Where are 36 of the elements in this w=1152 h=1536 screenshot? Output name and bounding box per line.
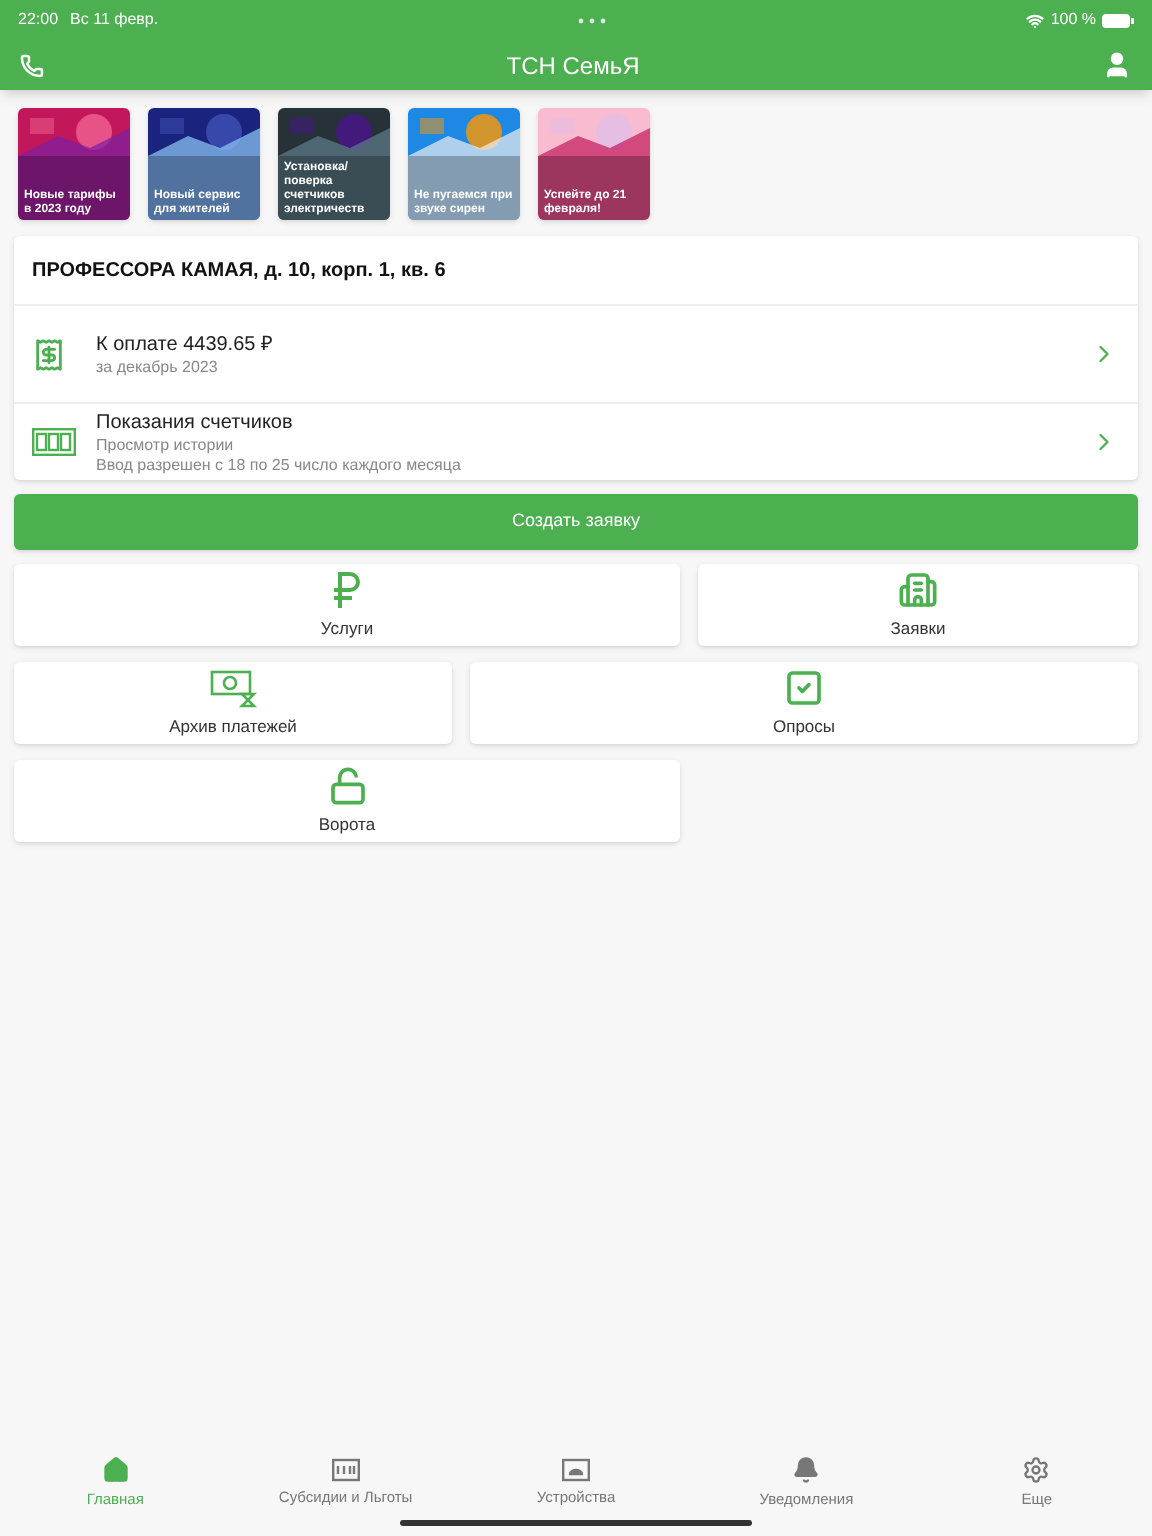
account-row[interactable]: Показания счетчиков Просмотр истории Ввод разрешен с 18 по 25 число каждого месяца	[14, 402, 1138, 480]
settings-icon	[1022, 1456, 1051, 1485]
checkbox-icon	[784, 667, 824, 708]
screen-icon	[562, 1458, 590, 1483]
profile-button[interactable]	[1102, 50, 1132, 80]
phone-icon	[20, 53, 44, 77]
app-title: ТСН СемьЯ	[504, 49, 642, 83]
row-subtitle: Просмотр истории	[96, 435, 236, 455]
row-subtitle: за декабрь 2023	[96, 357, 220, 377]
row-title: Показания счетчиков	[96, 409, 295, 435]
call-button[interactable]	[20, 53, 44, 77]
status-date: Вс 11 февр.	[70, 8, 159, 32]
status-time: 22:00	[18, 8, 59, 32]
bell-icon	[792, 1456, 821, 1485]
menu-tile[interactable]: Ворота	[14, 760, 680, 842]
cash-hourglass-icon	[209, 667, 257, 708]
row-subtitle: Ввод разрешен с 18 по 25 число каждого месяца	[96, 455, 463, 475]
ruble-icon	[331, 569, 363, 610]
home-icon	[101, 1456, 130, 1485]
battery-icon	[1102, 13, 1134, 27]
counter-icon	[331, 1458, 360, 1483]
account-row[interactable]: К оплате 4439.65 ₽ за декабрь 2023	[14, 304, 1138, 402]
menu-tile[interactable]: Заявки	[698, 564, 1138, 646]
receipt-icon	[32, 337, 66, 371]
lock-icon	[327, 765, 367, 806]
wifi-icon	[1026, 11, 1045, 29]
counter-icon	[32, 428, 76, 456]
building-icon	[898, 569, 938, 610]
battery-level: 100 %	[1050, 8, 1096, 32]
menu-tile[interactable]: Услуги	[14, 564, 680, 646]
user-icon	[1102, 50, 1132, 80]
menu-tile[interactable]: Опросы	[470, 662, 1138, 744]
address-title: ПРОФЕССОРА КАМАЯ, д. 10, корп. 1, кв. 6	[30, 257, 448, 285]
dots-icon	[578, 17, 607, 23]
row-title: К оплате 4439.65 ₽	[96, 331, 275, 357]
menu-tile[interactable]: Архив платежей	[14, 662, 452, 744]
